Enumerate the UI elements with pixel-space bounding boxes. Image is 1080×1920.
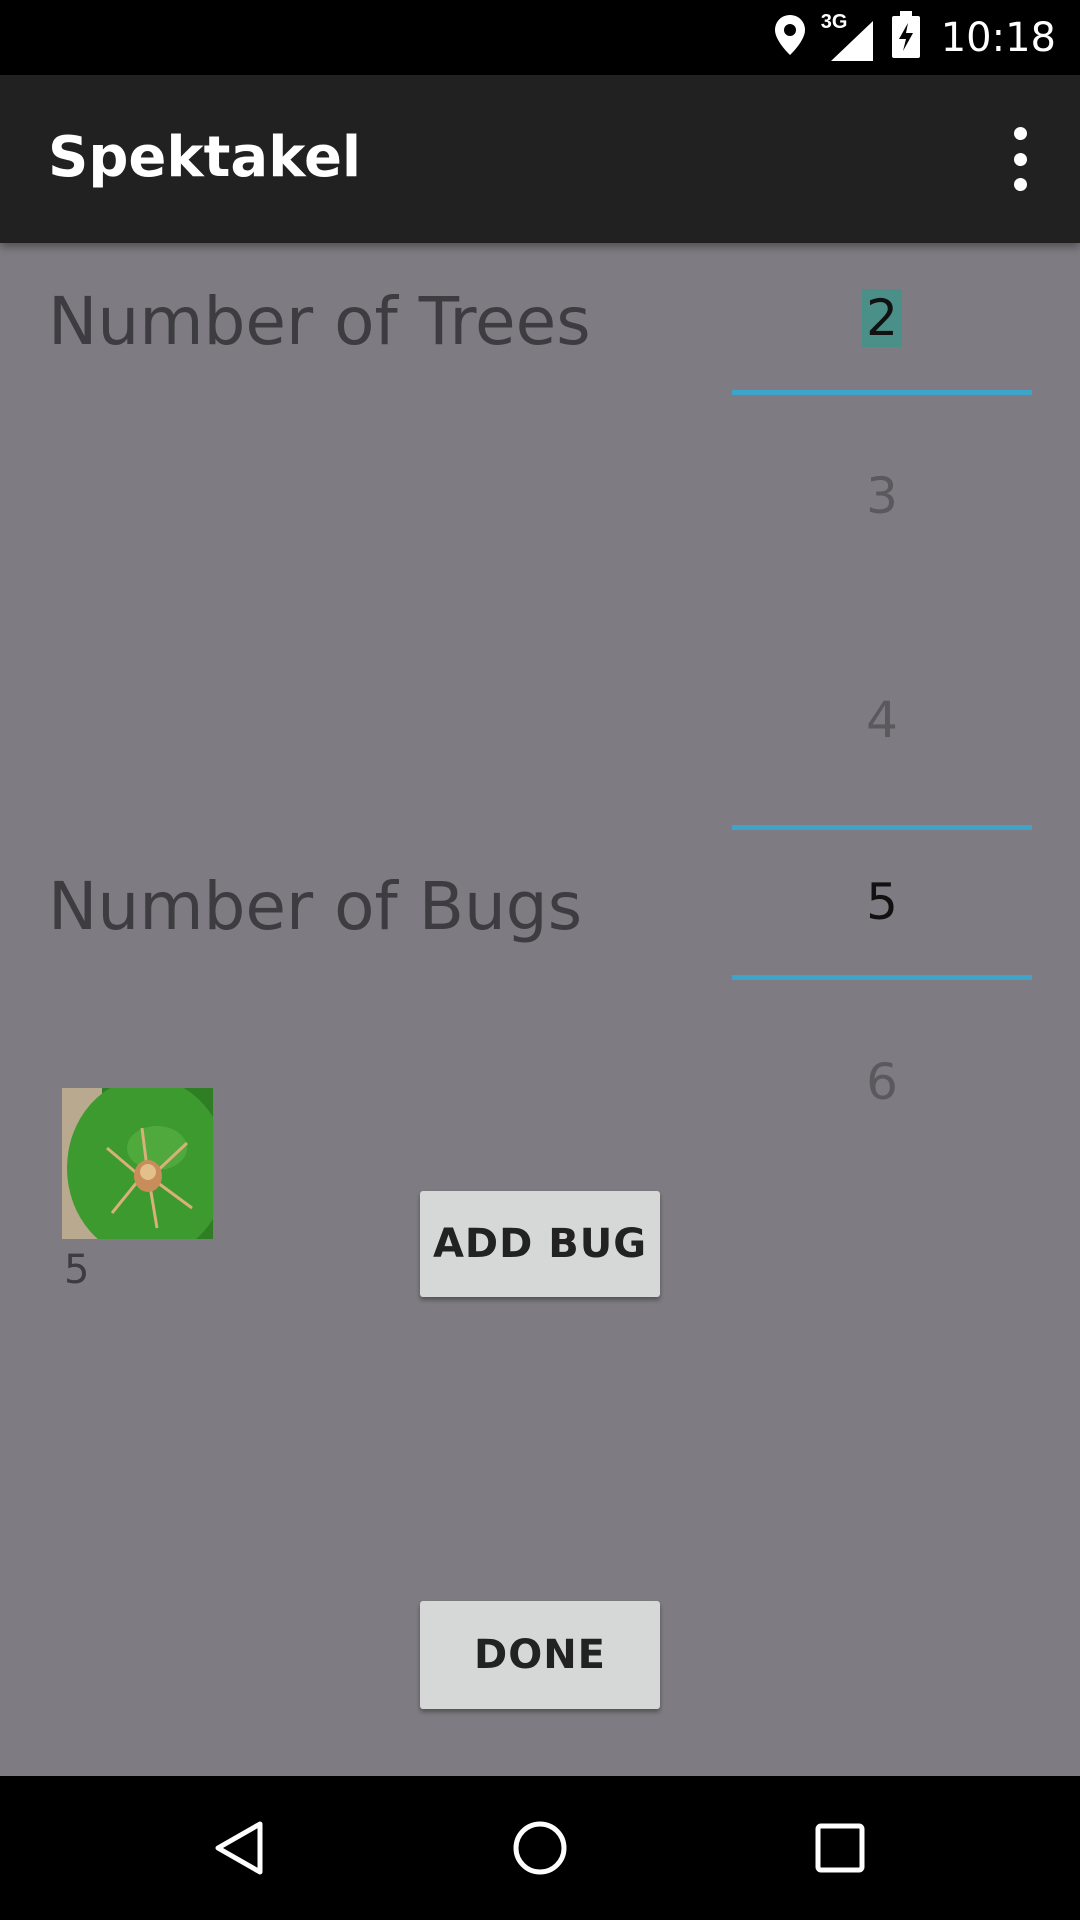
app-title: Spektakel — [48, 125, 362, 190]
location-icon — [773, 13, 807, 62]
done-button[interactable]: DONE — [420, 1601, 660, 1709]
bugs-selected-value[interactable]: 5 — [732, 873, 1032, 931]
trees-picker-divider — [732, 390, 1032, 395]
trees-option[interactable]: 4 — [732, 691, 1032, 749]
bugs-picker-divider-top — [732, 825, 1032, 830]
trees-label: Number of Trees — [48, 283, 591, 360]
status-icons: 3G 10:18 — [773, 0, 1056, 75]
trees-option[interactable]: 3 — [732, 467, 1032, 525]
trees-selected-text[interactable]: 2 — [862, 289, 902, 347]
status-bar: 3G 10:18 — [0, 0, 1080, 75]
bug-photo-thumbnail[interactable] — [62, 1088, 213, 1239]
bugs-option[interactable]: 6 — [732, 1053, 1032, 1111]
overflow-dot — [1013, 178, 1027, 191]
signal-icon: 3G — [821, 11, 877, 63]
battery-charging-icon — [891, 11, 921, 64]
bug-count: 5 — [64, 1247, 90, 1293]
bugs-label: Number of Bugs — [48, 868, 583, 945]
back-icon[interactable] — [160, 1776, 320, 1920]
recents-icon[interactable] — [760, 1776, 920, 1920]
home-icon[interactable] — [460, 1776, 620, 1920]
app-bar: Spektakel — [0, 75, 1080, 243]
overflow-menu-icon[interactable] — [1000, 127, 1040, 191]
trees-selected-value[interactable]: 2 — [732, 289, 1032, 347]
bugs-picker-divider-bottom — [732, 975, 1032, 980]
overflow-dot — [1013, 127, 1027, 140]
overflow-dot — [1013, 152, 1027, 166]
bug-photo — [62, 1088, 213, 1239]
add-bug-button[interactable]: ADD BUG — [420, 1191, 660, 1297]
navigation-bar — [0, 1776, 1080, 1920]
status-time: 10:18 — [940, 14, 1056, 61]
content-area: Number of Trees 2 3 4 Number of Bugs 5 6… — [0, 243, 1080, 1776]
